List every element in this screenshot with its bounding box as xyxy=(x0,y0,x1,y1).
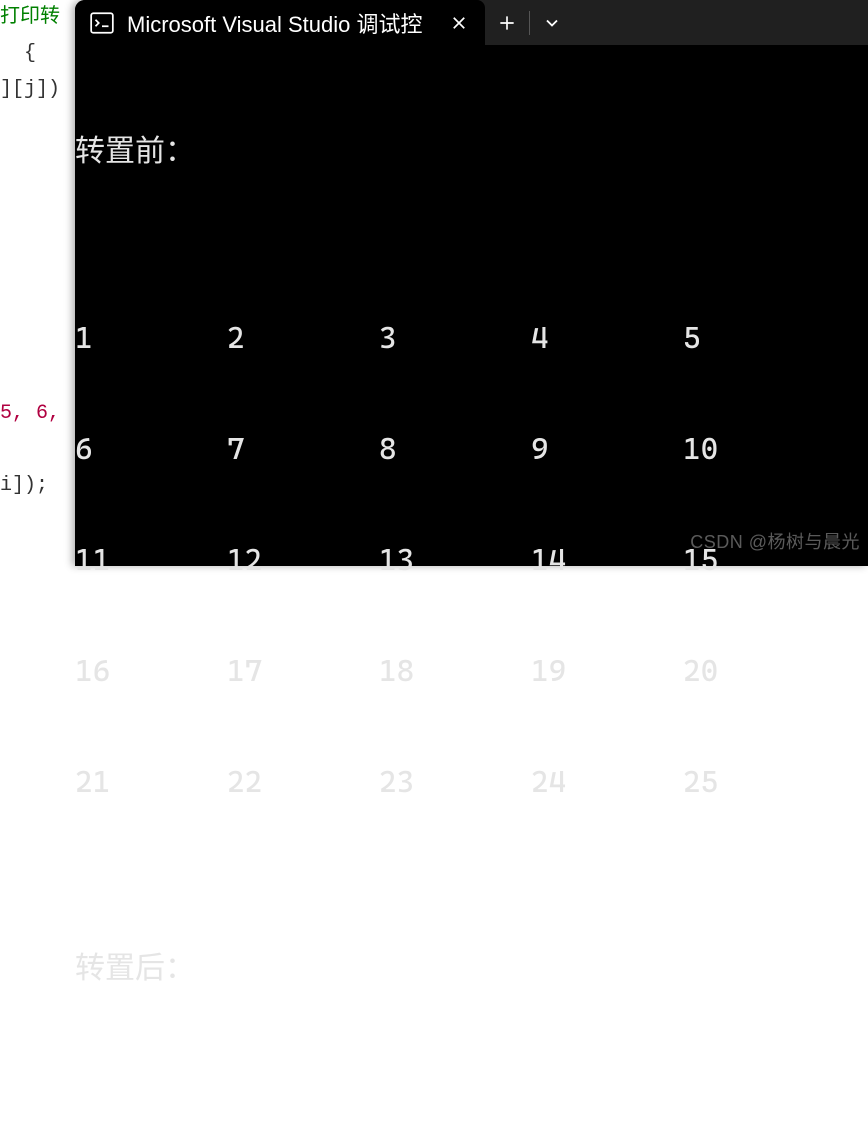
titlebar-controls xyxy=(485,0,868,46)
terminal-window: Microsoft Visual Studio 调试控 转置前： xyxy=(75,0,868,566)
grid-after: 12345 678910 1112131415 1617181920 21222… xyxy=(75,1063,868,1132)
editor-code-behind: 打印转 { ][j]) 5, 6, i]); xyxy=(0,0,75,566)
tab-title: Microsoft Visual Studio 调试控 xyxy=(127,7,435,39)
tab-dropdown-button[interactable] xyxy=(530,1,574,45)
close-tab-button[interactable] xyxy=(447,11,471,35)
watermark: CSDN @杨树与晨光 xyxy=(690,528,860,554)
new-tab-button[interactable] xyxy=(485,1,529,45)
before-heading: 转置前： xyxy=(75,132,868,172)
terminal-output[interactable]: 转置前： 12345 678910 1112131415 1617181920 … xyxy=(75,46,868,1132)
titlebar: Microsoft Visual Studio 调试控 xyxy=(75,0,868,46)
grid-before: 12345 678910 1112131415 1617181920 21222… xyxy=(75,246,868,875)
active-tab[interactable]: Microsoft Visual Studio 调试控 xyxy=(75,0,485,46)
after-heading: 转置后： xyxy=(75,949,868,989)
terminal-icon xyxy=(89,10,115,36)
